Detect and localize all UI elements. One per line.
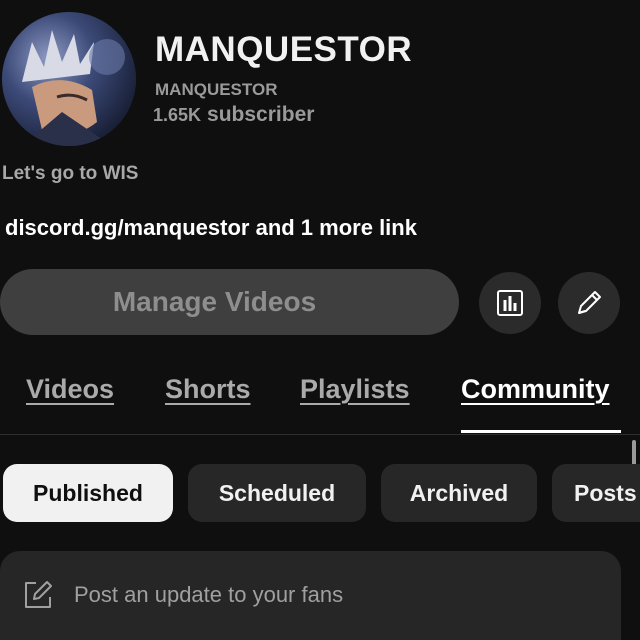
channel-links[interactable]: discord.gg/manquestor and 1 more link xyxy=(5,215,417,241)
post-composer[interactable]: Post an update to your fans xyxy=(0,551,621,640)
channel-handle: MANQUESTOR xyxy=(155,80,278,99)
channel-name: MANQUESTOR xyxy=(155,30,413,69)
filter-chip-posts[interactable]: Posts xyxy=(552,464,640,522)
filter-chip-archived[interactable]: Archived xyxy=(381,464,537,522)
tabs-divider xyxy=(0,434,640,435)
analytics-button[interactable] xyxy=(479,272,541,334)
tab-videos[interactable]: Videos xyxy=(26,374,114,405)
active-tab-indicator xyxy=(461,430,621,433)
edit-square-icon xyxy=(20,577,56,618)
subscriber-count-value: 1.65K xyxy=(153,105,202,125)
filter-chip-published[interactable]: Published xyxy=(3,464,173,522)
channel-description[interactable]: Let's go to WIS xyxy=(2,163,138,185)
tab-playlists[interactable]: Playlists xyxy=(300,374,410,405)
tab-community[interactable]: Community xyxy=(461,374,610,405)
edit-channel-button[interactable] xyxy=(558,272,620,334)
filter-chip-scheduled[interactable]: Scheduled xyxy=(188,464,366,522)
bar-chart-icon xyxy=(497,290,523,316)
composer-placeholder: Post an update to your fans xyxy=(74,582,344,607)
channel-avatar[interactable] xyxy=(2,12,136,146)
subscriber-label: subscriber xyxy=(207,103,315,126)
avatar-image xyxy=(2,12,136,146)
tab-shorts[interactable]: Shorts xyxy=(165,374,251,405)
subscriber-count: 1.65K subscriber xyxy=(153,103,314,127)
pencil-icon xyxy=(578,291,601,314)
manage-videos-button[interactable]: Manage Videos xyxy=(0,269,459,335)
